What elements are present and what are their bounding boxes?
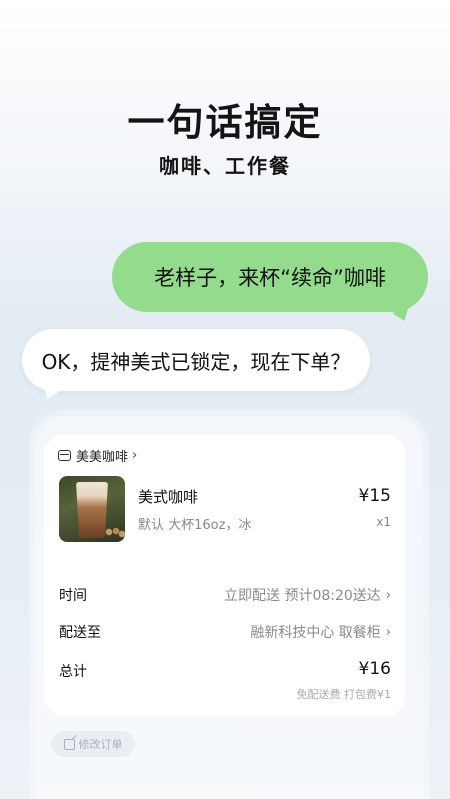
edit-icon (63, 738, 75, 750)
bubble-tail (392, 305, 414, 325)
store-link[interactable]: 美美咖啡 › (58, 444, 137, 466)
total-value: ¥16 (358, 659, 391, 679)
chevron-right-icon: › (385, 624, 391, 640)
store-icon (58, 449, 71, 461)
product-price: ¥15 (358, 486, 391, 506)
hero-title: 一句话搞定 (127, 101, 323, 144)
time-selector[interactable]: 立即配送 预计08:20送达 › (224, 585, 391, 605)
store-name: 美美咖啡 (76, 449, 129, 465)
coffee-beans-graphic (105, 526, 125, 538)
modify-order-button[interactable]: 修改订单 (51, 731, 135, 757)
coffee-cup-graphic (76, 482, 108, 538)
fees-note: 免配送费 打包费¥1 (296, 688, 392, 701)
product-image (59, 476, 125, 542)
delivery-selector[interactable]: 融新科技中心 取餐柜 › (250, 622, 391, 642)
total-label: 总计 (59, 664, 87, 680)
order-card: 美美咖啡 › 美式咖啡 默认 大杯16oz，冰 ¥15 x1 时间 立即配送 预… (44, 434, 405, 716)
chevron-right-icon: › (385, 587, 391, 603)
bubble-tail (38, 383, 60, 403)
bot-message-bubble: OK，提神美式已锁定，现在下单？ (22, 329, 370, 403)
time-value: 立即配送 预计08:20送达 (224, 588, 381, 604)
bot-message-text: OK，提神美式已锁定，现在下单？ (41, 349, 351, 374)
time-label: 时间 (59, 588, 87, 604)
delivery-label: 配送至 (59, 625, 101, 641)
user-message-text: 老样子，来杯“续命”咖啡 (154, 266, 386, 290)
hero-subtitle: 咖啡、工作餐 (159, 154, 291, 178)
product-quantity: x1 (376, 515, 391, 529)
product-name: 美式咖啡 (138, 488, 199, 506)
modify-order-label: 修改订单 (78, 738, 123, 751)
delivery-value: 融新科技中心 取餐柜 (250, 625, 381, 641)
chevron-right-icon: › (132, 447, 138, 463)
product-spec: 默认 大杯16oz，冰 (138, 518, 252, 533)
user-message-bubble: 老样子，来杯“续命”咖啡 (112, 242, 428, 325)
